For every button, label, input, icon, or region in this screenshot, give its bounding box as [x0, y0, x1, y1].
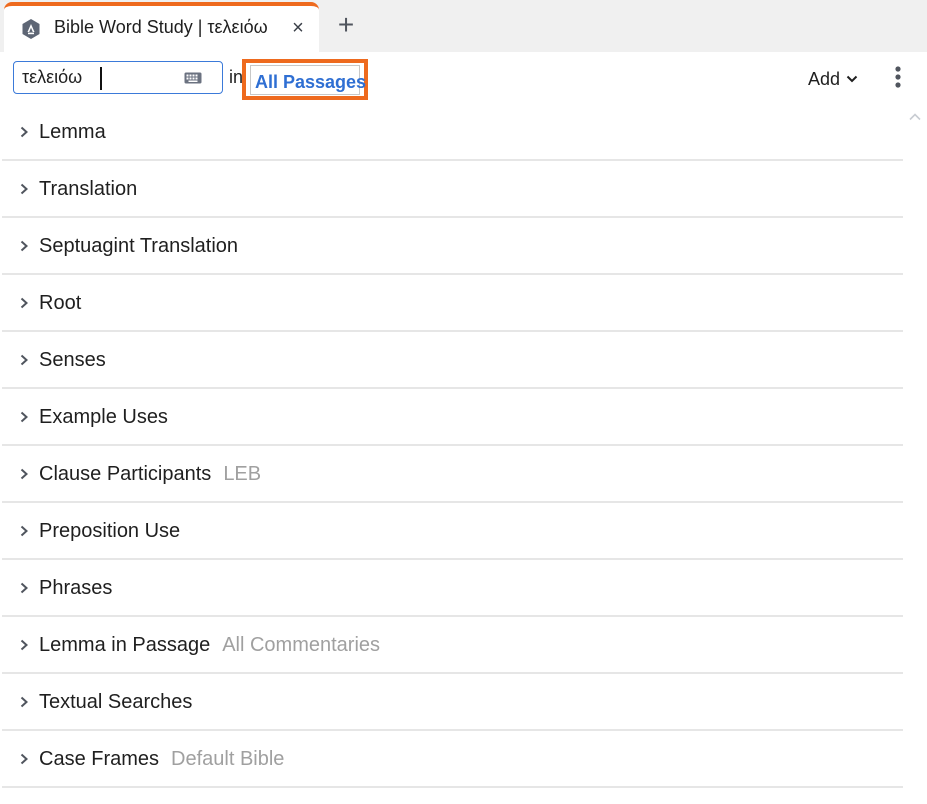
section-label: Clause Participants [39, 463, 212, 485]
section-label: Case Frames [39, 748, 160, 770]
section-row[interactable]: Lemma in Passage All Commentaries [2, 617, 903, 674]
section-resource[interactable]: LEB [223, 463, 261, 485]
all-passages-inner-box: All Passages [250, 65, 366, 95]
section-row[interactable]: Root [2, 275, 903, 332]
section-list: Lemma Translation Septuagint Translation Ro… [2, 104, 903, 788]
section-title: Translation [39, 178, 149, 201]
keyboard-icon[interactable] [184, 72, 202, 84]
section-row[interactable]: Septuagint Translation [2, 218, 903, 275]
tab-bible-word-study[interactable]: Bible Word Study | τελειόω × [4, 2, 319, 52]
section-title: Preposition Use [39, 520, 192, 543]
section-label: Root [39, 292, 82, 314]
chevron-right-icon [20, 639, 28, 651]
chevron-right-icon [20, 297, 28, 309]
logos-app-icon [22, 19, 40, 39]
add-button[interactable]: Add [808, 66, 858, 92]
section-row[interactable]: Example Uses [2, 389, 903, 446]
section-row[interactable]: Senses [2, 332, 903, 389]
search-box[interactable] [13, 61, 223, 94]
section-title: Example Uses [39, 406, 180, 429]
chevron-right-icon [20, 411, 28, 423]
section-resource[interactable]: All Commentaries [222, 634, 380, 656]
section-title: Root [39, 292, 93, 315]
section-label: Septuagint Translation [39, 235, 239, 257]
all-passages-button[interactable]: All Passages [242, 59, 368, 100]
chevron-right-icon [20, 126, 28, 138]
section-title: Phrases [39, 577, 124, 600]
chevron-right-icon [20, 525, 28, 537]
section-label: Preposition Use [39, 520, 181, 542]
section-label: Lemma [39, 121, 106, 143]
section-row[interactable]: Lemma [2, 104, 903, 161]
section-label: Phrases [39, 577, 113, 599]
section-label: Lemma in Passage [39, 634, 211, 656]
section-row[interactable]: Clause Participants LEB [2, 446, 903, 503]
chevron-right-icon [20, 753, 28, 765]
section-label: Senses [39, 349, 106, 371]
all-passages-label: All Passages [255, 72, 367, 92]
section-title: Clause Participants LEB [39, 463, 261, 486]
section-resource[interactable]: Default Bible [171, 748, 284, 770]
chevron-down-icon [846, 75, 858, 83]
section-title: Textual Searches [39, 691, 204, 714]
tab-bar: Bible Word Study | τελειόω × + [0, 0, 927, 52]
section-row[interactable]: Phrases [2, 560, 903, 617]
chevron-right-icon [20, 354, 28, 366]
chevron-right-icon [20, 240, 28, 252]
section-title: Lemma [39, 121, 118, 144]
toolbar: in All Passages Add [0, 52, 927, 104]
search-input[interactable] [22, 65, 182, 90]
chevron-right-icon [20, 582, 28, 594]
tab-title: Bible Word Study | τελειόω [54, 17, 268, 37]
close-icon[interactable]: × [287, 15, 309, 41]
in-label: in [229, 67, 244, 87]
section-title: Septuagint Translation [39, 235, 250, 258]
chevron-right-icon [20, 696, 28, 708]
new-tab-plus-icon[interactable]: + [333, 10, 359, 42]
scroll-up-chevron-icon[interactable] [906, 110, 924, 124]
section-label: Textual Searches [39, 691, 193, 713]
section-row[interactable]: Preposition Use [2, 503, 903, 560]
section-label: Translation [39, 178, 138, 200]
section-row[interactable]: Textual Searches [2, 674, 903, 731]
text-caret [100, 67, 102, 90]
section-title: Case Frames Default Bible [39, 748, 284, 771]
section-title: Senses [39, 349, 118, 372]
more-options-icon[interactable] [890, 64, 906, 92]
section-row[interactable]: Case Frames Default Bible [2, 731, 903, 788]
chevron-right-icon [20, 183, 28, 195]
chevron-right-icon [20, 468, 28, 480]
section-row[interactable]: Translation [2, 161, 903, 218]
section-title: Lemma in Passage All Commentaries [39, 634, 380, 657]
section-label: Example Uses [39, 406, 168, 428]
add-label: Add [808, 68, 841, 89]
